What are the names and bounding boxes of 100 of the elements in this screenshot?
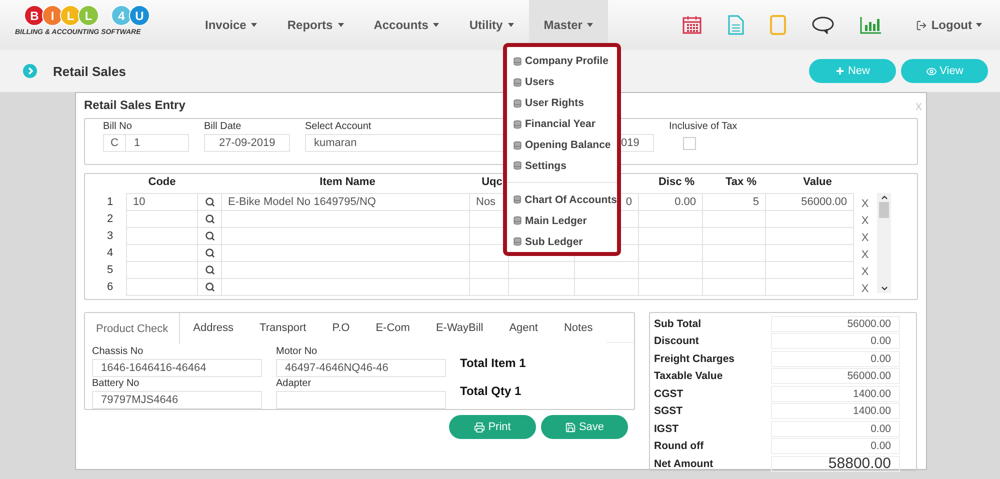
menu-item[interactable]: Reports bbox=[272, 0, 359, 50]
menu-option[interactable]: Users bbox=[513, 72, 617, 93]
database-icon bbox=[513, 78, 522, 87]
plus-icon bbox=[834, 66, 845, 76]
summary-label: SGST bbox=[654, 405, 684, 418]
database-icon bbox=[513, 161, 522, 170]
menu-option-label: Sub Ledger bbox=[525, 236, 583, 248]
logo-letter: U bbox=[129, 5, 150, 26]
menu-item[interactable]: Utility bbox=[454, 0, 529, 50]
form-title: Retail Sales Entry bbox=[84, 98, 186, 112]
page-title: Retail Sales bbox=[53, 64, 126, 78]
search-icon bbox=[204, 248, 214, 258]
row-number: 6 bbox=[106, 280, 114, 294]
logo-letter: I bbox=[42, 5, 63, 26]
input-field[interactable]: 79797MJS4646 bbox=[92, 391, 262, 409]
remove-row-button[interactable]: X bbox=[853, 244, 877, 261]
database-icon bbox=[513, 216, 522, 226]
column-header: Value bbox=[802, 176, 833, 190]
summary-value: 0.00 bbox=[771, 350, 900, 367]
menu-option[interactable]: Sub Ledger bbox=[513, 231, 617, 252]
printer-icon bbox=[474, 422, 486, 432]
summary-value: 0.00 bbox=[771, 420, 900, 437]
menu-option-label: Settings bbox=[525, 160, 566, 172]
field-label: Bill Date bbox=[204, 121, 242, 132]
menu-option-label: Users bbox=[525, 76, 554, 88]
search-icon bbox=[204, 265, 214, 275]
input-field[interactable] bbox=[126, 278, 198, 296]
input-field[interactable] bbox=[765, 278, 854, 296]
search-icon bbox=[204, 197, 214, 207]
value-cell[interactable]: 56000.00 bbox=[765, 193, 854, 211]
column-header: Code bbox=[147, 176, 177, 190]
summary-label: Net Amount bbox=[654, 458, 714, 470]
tax-checkbox[interactable] bbox=[683, 137, 696, 150]
total-text: Total Qty 1 bbox=[460, 384, 522, 398]
summary-value: 58800.00 bbox=[771, 456, 900, 472]
chevron-down-icon[interactable] bbox=[880, 284, 888, 293]
input-field[interactable]: 1646-1646416-46464 bbox=[92, 359, 262, 377]
field-label: Chassis No bbox=[92, 346, 144, 357]
menu-option[interactable]: Financial Year bbox=[513, 114, 617, 135]
search-icon bbox=[204, 282, 214, 292]
calendar-icon[interactable] bbox=[682, 15, 702, 35]
remove-row-button[interactable]: X bbox=[853, 278, 877, 295]
summary-label: Sub Total bbox=[654, 318, 702, 330]
row-number: 1 bbox=[106, 194, 114, 210]
document-icon[interactable] bbox=[728, 15, 744, 35]
field-label: Bill No bbox=[103, 121, 132, 132]
logo-letter: 4 bbox=[111, 5, 132, 26]
summary-value: 56000.00 bbox=[771, 368, 900, 384]
summary-label: Taxable Value bbox=[654, 370, 724, 382]
row-number: 4 bbox=[106, 246, 114, 260]
date-field[interactable]: 27-09-2019 bbox=[204, 134, 290, 152]
menu-option[interactable]: Settings bbox=[513, 155, 617, 176]
column-header: Tax % bbox=[724, 176, 758, 190]
menu-option[interactable]: User Rights bbox=[513, 92, 617, 114]
tab[interactable]: Product Check bbox=[85, 313, 180, 344]
menu-option-label: Chart Of Accounts bbox=[524, 194, 617, 206]
logout-menu[interactable]: Logout bbox=[916, 0, 982, 50]
tablet-icon[interactable] bbox=[770, 15, 786, 35]
column-header: Disc % bbox=[657, 176, 696, 190]
row-number: 5 bbox=[106, 262, 114, 278]
scrollbar[interactable] bbox=[877, 193, 891, 293]
summary-label: CGST bbox=[654, 388, 684, 400]
scrollbar-thumb[interactable] bbox=[879, 202, 889, 218]
summary-label: Discount bbox=[654, 335, 700, 348]
chat-bubble-icon[interactable] bbox=[812, 16, 834, 34]
database-icon bbox=[513, 120, 522, 129]
menu-option-label: User Rights bbox=[525, 97, 584, 110]
summary-value: 56000.00 bbox=[771, 316, 900, 332]
input-field[interactable] bbox=[276, 391, 446, 409]
chevron-up-icon[interactable] bbox=[880, 193, 888, 202]
input-field[interactable]: 46497-4646NQ46-46 bbox=[276, 359, 446, 377]
remove-row-button[interactable]: X bbox=[853, 227, 877, 244]
database-icon bbox=[513, 98, 522, 108]
code-cell[interactable]: 10 bbox=[126, 193, 198, 211]
menu-item[interactable]: Invoice bbox=[190, 0, 272, 50]
logo-letter: L bbox=[78, 5, 99, 26]
field-label: Motor No bbox=[276, 346, 318, 357]
menu-item[interactable]: Accounts bbox=[358, 0, 454, 50]
column-header: Item Name bbox=[318, 176, 376, 190]
bar-chart-icon[interactable] bbox=[860, 16, 882, 34]
row-number: 2 bbox=[106, 212, 114, 226]
remove-row-button[interactable]: X bbox=[853, 261, 877, 278]
eye-icon bbox=[926, 66, 937, 76]
field-label: Select Account bbox=[305, 121, 372, 132]
menu-option-label: Main Ledger bbox=[525, 214, 587, 227]
menu-option[interactable]: Main Ledger bbox=[513, 210, 617, 232]
logo-letter: L bbox=[60, 5, 81, 26]
summary-value: 1400.00 bbox=[771, 386, 900, 402]
row-number: 3 bbox=[106, 228, 114, 244]
remove-row-button[interactable]: X bbox=[853, 193, 877, 210]
column-header: Uqc bbox=[480, 176, 504, 190]
summary-label: Round off bbox=[654, 440, 705, 452]
menu-option[interactable]: Chart Of Accounts bbox=[513, 189, 617, 210]
menu-option-label: Company Profile bbox=[525, 55, 608, 68]
remove-row-button[interactable]: X bbox=[853, 210, 877, 227]
bill-number-field[interactable]: C 1 bbox=[103, 134, 189, 152]
search-icon bbox=[204, 214, 214, 224]
database-icon bbox=[513, 195, 522, 204]
total-text: Total Item 1 bbox=[460, 356, 526, 370]
menu-option[interactable]: Company Profile bbox=[513, 51, 617, 72]
